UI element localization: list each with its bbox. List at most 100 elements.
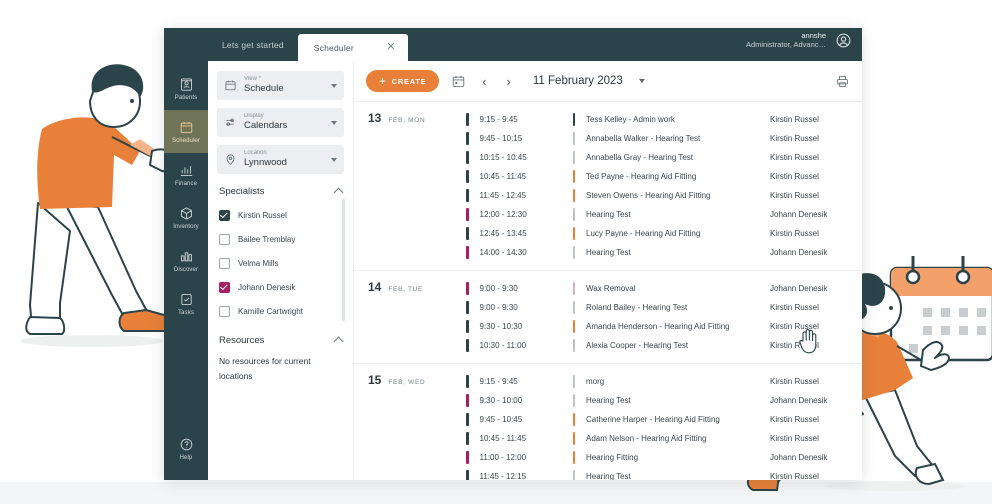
- specialists-scrollbar[interactable]: [342, 199, 345, 321]
- chevron-down-icon[interactable]: [331, 157, 337, 162]
- appointment-specialist: Kirstin Russel: [770, 303, 819, 312]
- print-button[interactable]: [835, 74, 850, 89]
- sidebar-item-scheduler[interactable]: Scheduler: [164, 110, 208, 153]
- table-row[interactable]: 9:00 - 9:30 Roland Bailey - Hearing Test…: [466, 298, 862, 317]
- appointment-title: Hearing Test: [586, 396, 631, 405]
- tab-scheduler-label: Scheduler: [313, 42, 354, 53]
- table-row[interactable]: 9:30 - 10:30 Amanda Henderson - Hearing …: [466, 317, 862, 336]
- chevron-up-icon[interactable]: [333, 336, 344, 347]
- user-menu[interactable]: annshe Administrator, Advanc…: [746, 31, 852, 50]
- sliders-icon: [226, 118, 234, 126]
- table-row[interactable]: 10:45 - 11:45 Ted Payne - Hearing Aid Fi…: [466, 167, 862, 186]
- table-row[interactable]: 11:45 - 12:45 Steven Owens - Hearing Aid…: [466, 186, 862, 205]
- calendar-icon: [225, 80, 236, 91]
- next-period-button[interactable]: ›: [503, 75, 515, 88]
- table-row[interactable]: 12:00 - 12:30 Hearing Test Johann Denesi…: [466, 205, 862, 224]
- appointment-title: Hearing Test: [586, 248, 631, 257]
- appointment-title: Alexia Cooper - Hearing Test: [586, 341, 689, 350]
- table-row[interactable]: 14:00 - 14:30 Hearing Test Johann Denesi…: [466, 243, 862, 262]
- appointment-specialist: Kirstin Russel: [770, 191, 819, 200]
- list-item[interactable]: Kamille Cartwright: [217, 299, 344, 323]
- printer-icon: [837, 75, 848, 87]
- specialist-name: Bailee Tremblay: [238, 234, 296, 244]
- sidebar-item-inventory[interactable]: Inventory: [164, 196, 208, 239]
- day-group: 14 FEB, TUE 9:00 - 9:30 Wax Removal Joha…: [354, 271, 862, 364]
- display-select-value: Calendars: [244, 120, 288, 132]
- table-row[interactable]: 10:30 - 11:00 Alexia Cooper - Hearing Te…: [466, 336, 862, 355]
- display-select[interactable]: Display Calendars: [217, 108, 344, 137]
- calendar-icon: [180, 121, 192, 133]
- date-picker-button[interactable]: [451, 74, 466, 89]
- tab-scheduler[interactable]: Scheduler ✕: [297, 34, 408, 61]
- table-row[interactable]: 12:45 - 13:45 Lucy Payne - Hearing Aid F…: [466, 224, 862, 243]
- tab-lets-get-started-label: Lets get started: [222, 39, 284, 50]
- appointment-time: 11:00 - 12:00: [479, 453, 527, 462]
- specialist-checkbox[interactable]: [219, 257, 230, 269]
- list-item[interactable]: Johann Denesik: [217, 275, 344, 299]
- table-row[interactable]: 10:15 - 10:45 Annabella Gray - Hearing T…: [466, 148, 862, 167]
- appointment-title: Annabella Walker - Hearing Test: [586, 134, 701, 143]
- sidebar-item-tasks[interactable]: Tasks: [164, 282, 208, 325]
- app-window: Lets get started Scheduler ✕ annshe Admi…: [164, 28, 862, 480]
- day-number: 14: [368, 280, 382, 294]
- sidebar-item-help[interactable]: Help: [164, 427, 208, 470]
- sidebar-item-discover[interactable]: Discover: [164, 239, 208, 282]
- prev-period-button[interactable]: ‹: [478, 75, 490, 88]
- table-row[interactable]: 11:00 - 12:00 Hearing Fitting Johann Den…: [466, 448, 862, 467]
- appointment-title: morg: [586, 377, 605, 386]
- table-row[interactable]: 9:30 - 10:00 Hearing Test Johann Denesik: [466, 391, 862, 410]
- appointment-time: 14:00 - 14:30: [479, 248, 527, 257]
- create-button[interactable]: + CREATE: [366, 70, 440, 92]
- specialist-checkbox[interactable]: [219, 233, 230, 245]
- appointment-title: Wax Removal: [586, 284, 636, 293]
- view-select-label: View *: [244, 76, 261, 83]
- appointment-title: Hearing Fitting: [586, 453, 639, 462]
- appointment-title: Hearing Test: [586, 472, 631, 480]
- list-item[interactable]: Kirstin Russel: [217, 203, 344, 227]
- view-select[interactable]: View * Schedule: [217, 71, 344, 100]
- specialist-checkbox[interactable]: [219, 281, 230, 293]
- sidebar-item-finance[interactable]: Finance: [164, 153, 208, 196]
- list-item[interactable]: Velma Mills: [217, 251, 344, 275]
- chevron-down-icon[interactable]: [331, 83, 337, 88]
- specialist-name: Kamille Cartwright: [238, 306, 303, 316]
- appointment-specialist: Kirstin Russel: [770, 229, 819, 238]
- table-row[interactable]: 10:45 - 11:45 Adam Nelson - Hearing Aid …: [466, 429, 862, 448]
- table-row[interactable]: 9:45 - 10:45 Catherine Harper - Hearing …: [466, 410, 862, 429]
- window-topbar: Lets get started Scheduler ✕ annshe Admi…: [164, 28, 862, 61]
- location-select[interactable]: Location Lynnwood: [217, 145, 344, 174]
- appointment-time: 12:45 - 13:45: [479, 229, 527, 238]
- chart-icon: [180, 251, 192, 261]
- table-row[interactable]: 9:15 - 9:45 morg Kirstin Russel: [466, 372, 862, 391]
- chevron-up-icon[interactable]: [333, 187, 344, 198]
- inventory-icon: [180, 206, 192, 220]
- agenda-list[interactable]: 13 FEB, MON 9:15 - 9:45 Tess Kelley - Ad…: [354, 102, 862, 480]
- appointment-specialist: Johann Denesik: [770, 210, 828, 219]
- list-item[interactable]: Bailee Tremblay: [217, 227, 344, 251]
- specialist-checkbox[interactable]: [219, 209, 230, 221]
- chevron-down-icon[interactable]: [331, 120, 337, 125]
- appointment-title: Ted Payne - Hearing Aid Fitting: [586, 172, 697, 181]
- topbar-left-pad: [164, 28, 208, 61]
- appointment-time: 10:30 - 11:00: [479, 341, 527, 350]
- user-text: annshe Administrator, Advanc…: [746, 31, 826, 50]
- caret-down-icon[interactable]: [638, 79, 645, 83]
- specialist-name: Johann Denesik: [238, 282, 296, 292]
- resources-section-header[interactable]: Resources: [219, 335, 344, 347]
- sidebar-item-discover-label: Discover: [173, 266, 199, 273]
- account-circle-icon[interactable]: [835, 32, 852, 49]
- appointment-specialist: Johann Denesik: [770, 248, 828, 257]
- table-row[interactable]: 9:15 - 9:45 Tess Kelley - Admin work Kir…: [466, 110, 862, 129]
- table-row[interactable]: 11:45 - 12:15 Hearing Test Kirstin Russe…: [466, 467, 862, 480]
- appointment-title: Catherine Harper - Hearing Aid Fitting: [586, 415, 720, 424]
- table-row[interactable]: 9:00 - 9:30 Wax Removal Johann Denesik: [466, 279, 862, 298]
- tab-lets-get-started[interactable]: Lets get started: [208, 28, 298, 61]
- sidebar-item-patients[interactable]: Patients: [164, 67, 208, 110]
- table-row[interactable]: 9:45 - 10:15 Annabella Walker - Hearing …: [466, 129, 862, 148]
- appointment-title: Lucy Payne - Hearing Aid Fitting: [586, 229, 701, 238]
- appointment-specialist: Kirstin Russel: [770, 172, 819, 181]
- specialists-section-header[interactable]: Specialists: [219, 186, 344, 198]
- close-icon[interactable]: ✕: [386, 42, 395, 53]
- specialist-checkbox[interactable]: [219, 305, 230, 317]
- appointment-time: 11:45 - 12:15: [479, 472, 527, 480]
